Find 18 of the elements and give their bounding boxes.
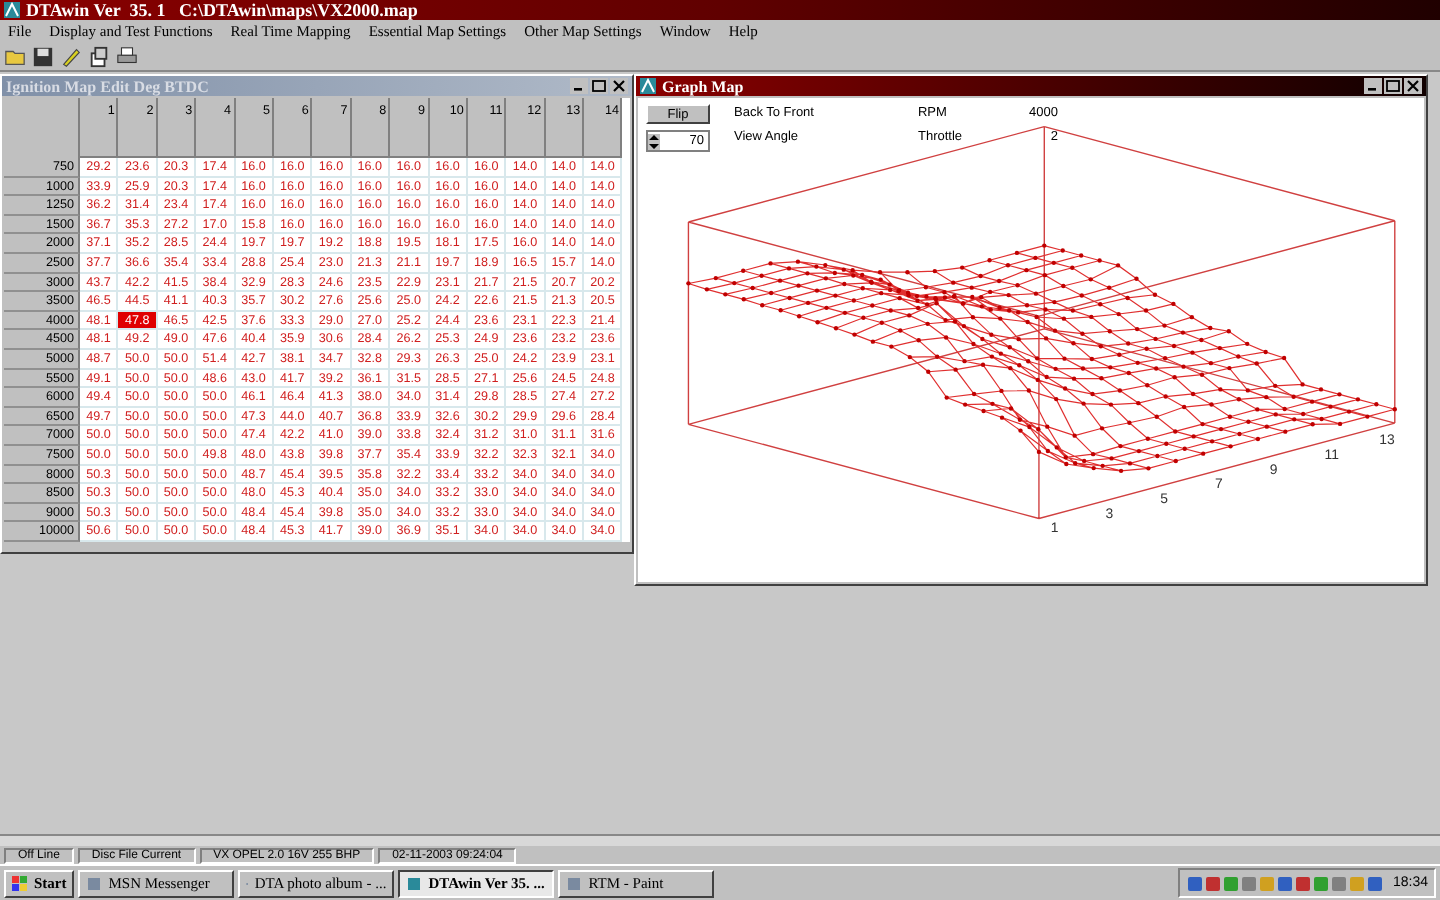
map-window-title: Ignition Map Edit Deg BTDC bbox=[6, 77, 209, 95]
printer-icon[interactable] bbox=[116, 45, 138, 67]
minimize-icon[interactable] bbox=[570, 78, 588, 94]
minimize-icon[interactable] bbox=[1364, 78, 1382, 94]
window-title: DTAwin Ver 35. 1 C:\DTAwin\maps\VX2000.map bbox=[26, 0, 418, 20]
horizontal-scrollbar[interactable] bbox=[0, 834, 1440, 846]
copy-icon[interactable] bbox=[88, 45, 110, 67]
save-icon[interactable] bbox=[32, 45, 54, 67]
graph-window-title: Graph Map bbox=[662, 77, 744, 95]
windows-flag-icon bbox=[12, 875, 28, 891]
tray-icons-drawing[interactable] bbox=[1186, 875, 1387, 891]
pencil-icon[interactable] bbox=[60, 45, 82, 67]
spinner-arrows-icon[interactable] bbox=[648, 133, 660, 149]
close-icon[interactable] bbox=[1404, 78, 1422, 94]
maximize-icon[interactable] bbox=[1384, 78, 1402, 94]
maximize-icon[interactable] bbox=[590, 78, 608, 94]
open-folder-icon[interactable] bbox=[4, 45, 26, 67]
close-icon[interactable] bbox=[610, 78, 628, 94]
